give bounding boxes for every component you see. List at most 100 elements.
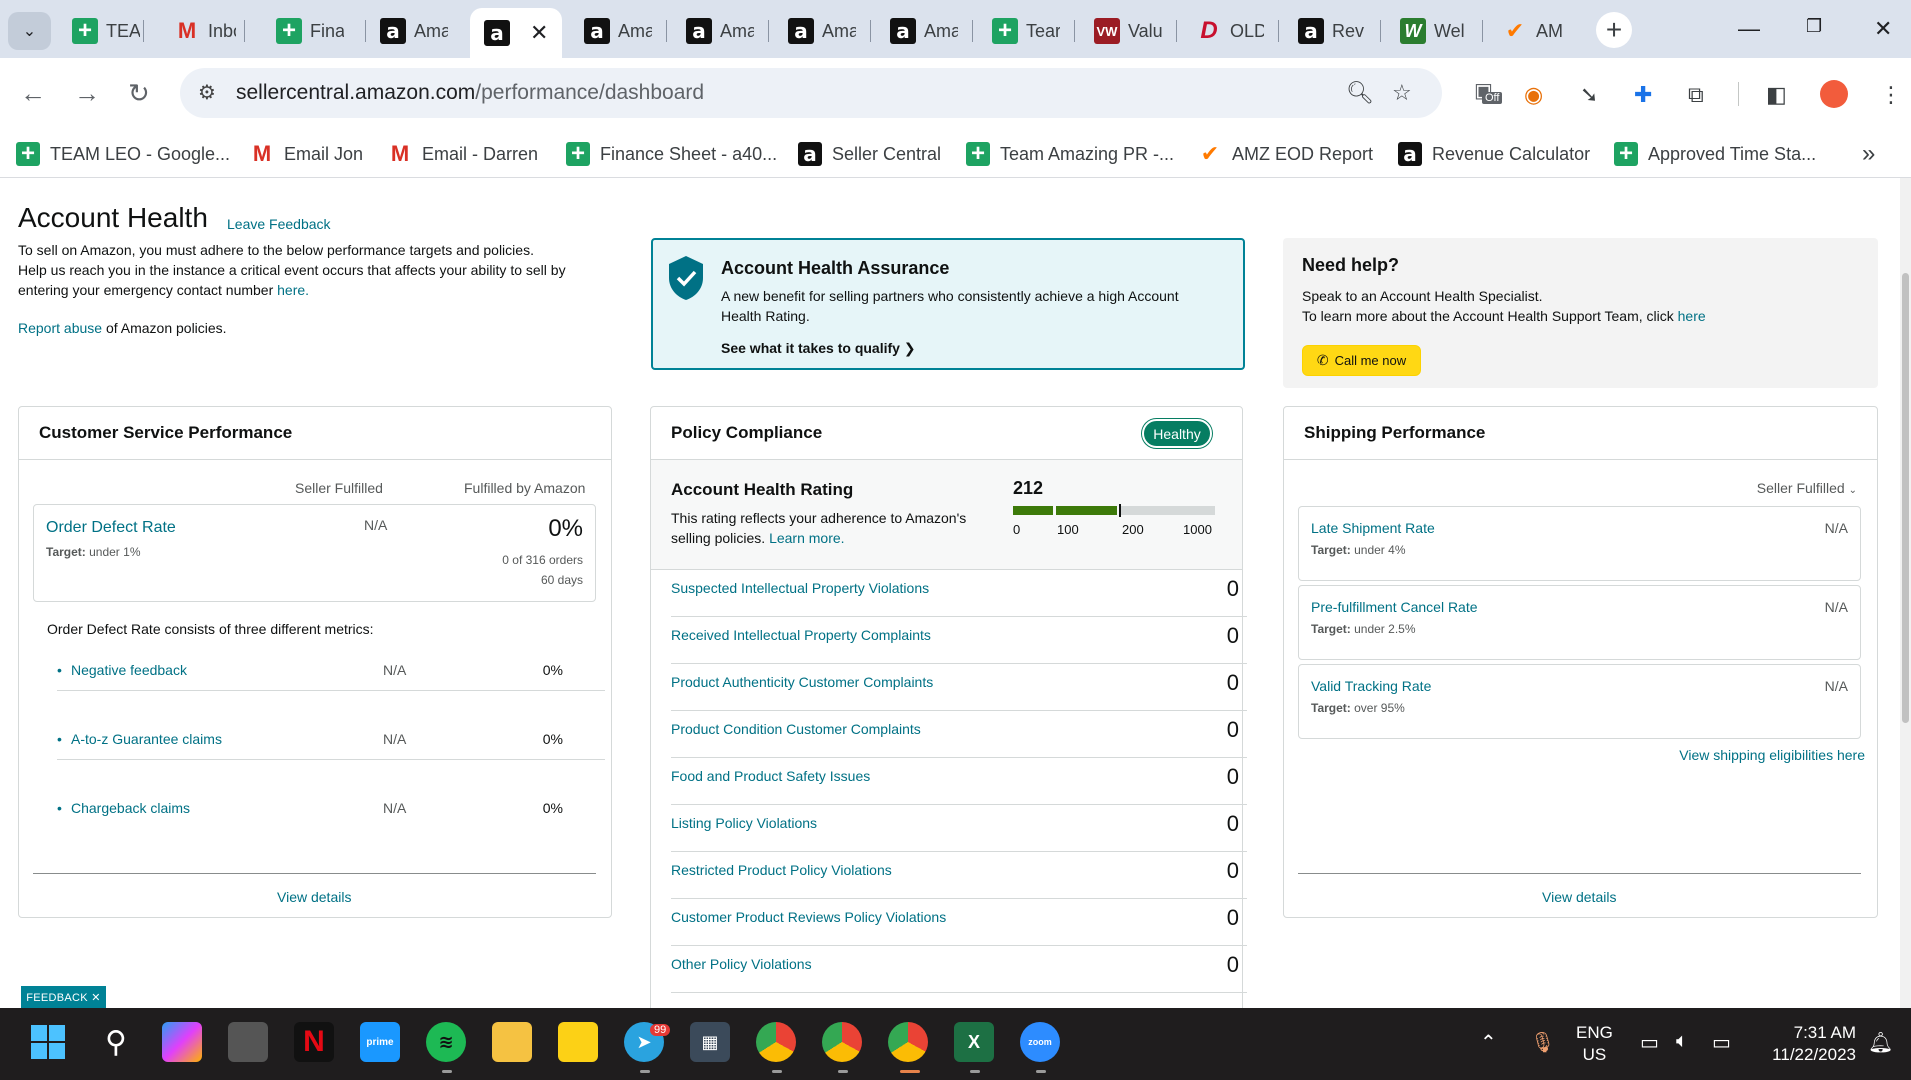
late-shipment-link[interactable]: Late Shipment Rate: [1311, 520, 1435, 536]
support-team-link[interactable]: here: [1678, 308, 1706, 324]
violation-link[interactable]: Product Authenticity Customer Complaints: [671, 674, 933, 690]
emergency-contact-link[interactable]: here.: [277, 282, 309, 298]
page-scrollbar[interactable]: [1900, 178, 1911, 1008]
back-icon[interactable]: ←: [20, 78, 46, 109]
valid-tracking-link[interactable]: Valid Tracking Rate: [1311, 678, 1431, 694]
tab-search-button[interactable]: ⌄: [8, 12, 51, 50]
violation-link[interactable]: Other Policy Violations: [671, 956, 812, 972]
violation-link[interactable]: Restricted Product Policy Violations: [671, 862, 892, 878]
spotify-icon[interactable]: ≋: [426, 1022, 466, 1062]
file-explorer-icon[interactable]: [492, 1022, 532, 1062]
ahr-learn-more-link[interactable]: Learn more.: [769, 530, 844, 546]
reload-icon[interactable]: ↻: [128, 78, 150, 109]
chrome-profile-2-icon[interactable]: [822, 1022, 862, 1062]
task-view-icon[interactable]: [228, 1022, 268, 1062]
notifications-bell-icon[interactable]: 🔔︎: [1868, 1030, 1893, 1055]
bookmark-revenue-calculator[interactable]: a Revenue Calculator: [1398, 138, 1590, 170]
tab-sheets-3[interactable]: + Tear: [978, 10, 1060, 52]
leave-feedback-link[interactable]: Leave Feedback: [227, 216, 331, 232]
shipping-eligibilities-link[interactable]: View shipping eligibilities here: [1679, 747, 1865, 763]
bookmark-star-icon[interactable]: ☆: [1392, 80, 1412, 106]
close-window-icon[interactable]: ✕: [1874, 16, 1892, 42]
new-tab-button[interactable]: +: [1596, 12, 1632, 48]
shipping-filter-dropdown[interactable]: Seller Fulfilled ⌄: [1757, 480, 1857, 496]
tab-gmail[interactable]: M Inbo: [160, 10, 236, 52]
site-info-icon[interactable]: ⚙: [198, 80, 216, 105]
tab-vw[interactable]: VW Valu: [1080, 10, 1162, 52]
close-tab-icon[interactable]: ✕: [530, 20, 548, 46]
profile-avatar[interactable]: [1820, 80, 1848, 108]
a-to-z-claims-link[interactable]: A-to-z Guarantee claims: [71, 731, 222, 747]
zoom-icon[interactable]: 🔍︎: [1346, 80, 1374, 106]
tab-amazon-6[interactable]: a Rev: [1284, 10, 1366, 52]
tab-w[interactable]: W Wel: [1386, 10, 1468, 52]
tab-amazon-4[interactable]: a Ama: [774, 10, 856, 52]
forward-icon[interactable]: →: [74, 78, 100, 109]
excel-icon[interactable]: X: [954, 1022, 994, 1062]
kebab-menu-icon[interactable]: ⋮: [1880, 82, 1902, 108]
bookmark-seller-central[interactable]: a Seller Central: [798, 138, 941, 170]
extension-off-icon[interactable]: ▣ Off: [1474, 78, 1504, 106]
calculator-icon[interactable]: ▦: [690, 1022, 730, 1062]
restore-icon[interactable]: ❐: [1806, 16, 1822, 37]
policy-violation-row[interactable]: Product Authenticity Customer Complaints…: [671, 664, 1247, 711]
windows-start-icon[interactable]: [28, 1022, 68, 1062]
extensions-puzzle-icon[interactable]: ⧉: [1688, 82, 1704, 108]
bookmark-amz-eod[interactable]: ✔ AMZ EOD Report: [1198, 138, 1373, 170]
prime-video-icon[interactable]: prime: [360, 1022, 400, 1062]
violation-link[interactable]: Suspected Intellectual Property Violatio…: [671, 580, 929, 596]
violation-link[interactable]: Received Intellectual Property Complaint…: [671, 627, 931, 643]
tab-amazon-5[interactable]: a Ama: [876, 10, 958, 52]
tab-sheets-1[interactable]: + TEAI: [58, 10, 140, 52]
tab-amazon-3[interactable]: a Ama: [672, 10, 754, 52]
firefox-ext-icon[interactable]: ◉: [1524, 82, 1543, 108]
minimize-icon[interactable]: —: [1738, 16, 1760, 42]
volume-icon[interactable]: 🔈︎: [1676, 1030, 1688, 1053]
negative-feedback-link[interactable]: Negative feedback: [71, 662, 187, 678]
tab-amazon-1[interactable]: a Ama: [366, 10, 448, 52]
cs-view-details-link[interactable]: View details: [277, 889, 351, 905]
scrollbar-thumb[interactable]: [1902, 273, 1909, 723]
clock[interactable]: 7:31 AM 11/22/2023: [1760, 1022, 1856, 1066]
policy-violation-row[interactable]: Product Condition Customer Complaints 0: [671, 711, 1247, 758]
search-icon[interactable]: ⚲: [96, 1022, 136, 1062]
netflix-icon[interactable]: N: [294, 1022, 334, 1062]
language-indicator[interactable]: ENG US: [1576, 1022, 1613, 1066]
bookmark-email-jon[interactable]: M Email Jon: [250, 138, 363, 170]
bookmark-email-darren[interactable]: M Email - Darren: [388, 138, 538, 170]
shipping-view-details-link[interactable]: View details: [1542, 889, 1616, 905]
url-bar[interactable]: ⚙ sellercentral.amazon.com/performance/d…: [180, 68, 1442, 118]
violation-link[interactable]: Listing Policy Violations: [671, 815, 817, 831]
bookmark-team-leo[interactable]: + TEAM LEO - Google...: [16, 138, 230, 170]
tray-overflow-icon[interactable]: ⌃: [1480, 1030, 1497, 1055]
report-abuse-link[interactable]: Report abuse: [18, 320, 102, 336]
battery-icon[interactable]: ▭: [1712, 1030, 1731, 1055]
chrome-icon[interactable]: [756, 1022, 796, 1062]
tab-amazon-2[interactable]: a Ama: [570, 10, 652, 52]
bookmarks-overflow-button[interactable]: »: [1862, 138, 1875, 170]
tab-pinterest[interactable]: D OLD: [1182, 10, 1264, 52]
policy-violation-row[interactable]: Listing Policy Violations 0: [671, 805, 1247, 852]
chargeback-claims-link[interactable]: Chargeback claims: [71, 800, 190, 816]
helper-ext-icon[interactable]: ✚: [1634, 82, 1652, 108]
chrome-profile-3-icon[interactable]: [888, 1022, 928, 1062]
policy-violation-row[interactable]: Other Policy Violations 0: [671, 946, 1247, 993]
bookmark-finance-sheet[interactable]: + Finance Sheet - a40...: [566, 138, 777, 170]
sticky-notes-icon[interactable]: [558, 1022, 598, 1062]
policy-violation-row[interactable]: Customer Product Reviews Policy Violatio…: [671, 899, 1247, 946]
policy-violation-row[interactable]: Restricted Product Policy Violations 0: [671, 852, 1247, 899]
zoom-icon[interactable]: zoom: [1020, 1022, 1060, 1062]
network-icon[interactable]: ▭: [1640, 1030, 1659, 1055]
tab-amz-eod[interactable]: ✔ AM: [1488, 10, 1570, 52]
order-defect-rate-link[interactable]: Order Defect Rate: [46, 519, 176, 537]
policy-violation-row[interactable]: Suspected Intellectual Property Violatio…: [671, 570, 1247, 617]
violation-link[interactable]: Product Condition Customer Complaints: [671, 721, 921, 737]
copilot-icon[interactable]: [162, 1022, 202, 1062]
violation-link[interactable]: Customer Product Reviews Policy Violatio…: [671, 909, 946, 925]
tab-sheets-2[interactable]: + Fina: [262, 10, 344, 52]
pre-fulfillment-cancel-link[interactable]: Pre-fulfillment Cancel Rate: [1311, 599, 1478, 615]
policy-violation-row[interactable]: Received Intellectual Property Complaint…: [671, 617, 1247, 664]
cursor-ext-icon[interactable]: ➘: [1580, 82, 1598, 108]
call-me-now-button[interactable]: ✆ Call me now: [1302, 345, 1421, 376]
side-panel-icon[interactable]: ◧: [1766, 82, 1787, 108]
